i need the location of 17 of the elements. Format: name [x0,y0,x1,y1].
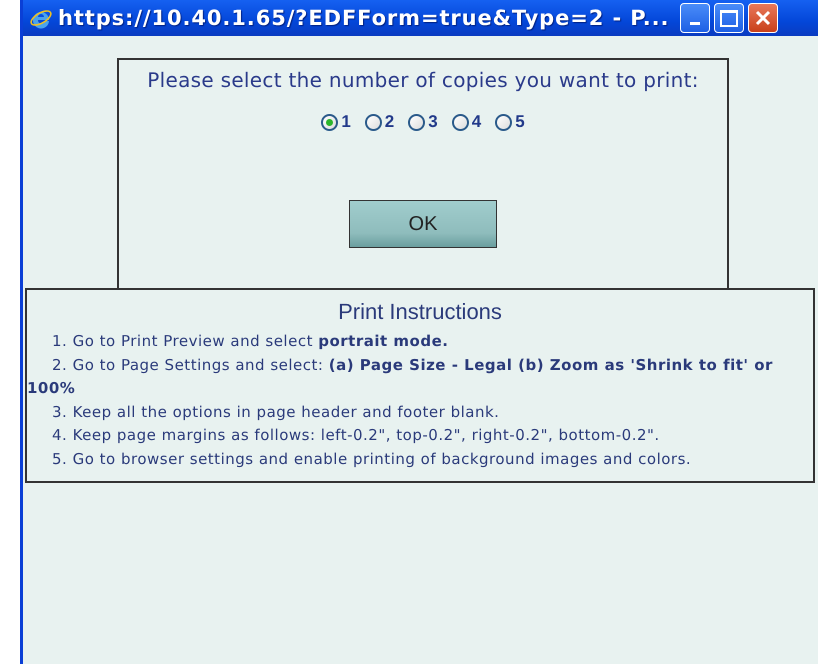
instruction-step: 4. Keep page margins as follows: left-0.2", top-0.2", right-0.2", bottom-0.2". [27,424,813,448]
copies-radio[interactable]: 3 [408,112,438,132]
copies-radio[interactable]: 2 [364,112,394,132]
instruction-step: 1. Go to Print Preview and select portrait mode. [27,330,813,354]
window-title: https://10.40.1.65/?EDFForm=true&Type=2 - P... [58,6,670,30]
instruction-step: 3. Keep all the options in page header and footer blank. [27,400,813,424]
copies-radio[interactable]: 5 [495,112,525,132]
copies-radio[interactable]: 4 [452,112,482,132]
copies-prompt: Please select the number of copies you want to print: [147,68,699,92]
close-button[interactable] [748,3,778,33]
copies-radio[interactable]: 1 [321,112,351,132]
maximize-button[interactable] [714,3,744,33]
instruction-step: 2. Go to Page Settings and select: (a) Page Size - Legal (b) Zoom as 'Shrink to fit' or 100% [27,354,813,400]
ok-button[interactable]: OK [349,200,497,248]
instructions-title: Print Instructions [337,298,503,326]
instruction-step: 5. Go to browser settings and enable printing of background images and colors. [27,448,813,471]
minimize-button[interactable] [680,3,710,33]
